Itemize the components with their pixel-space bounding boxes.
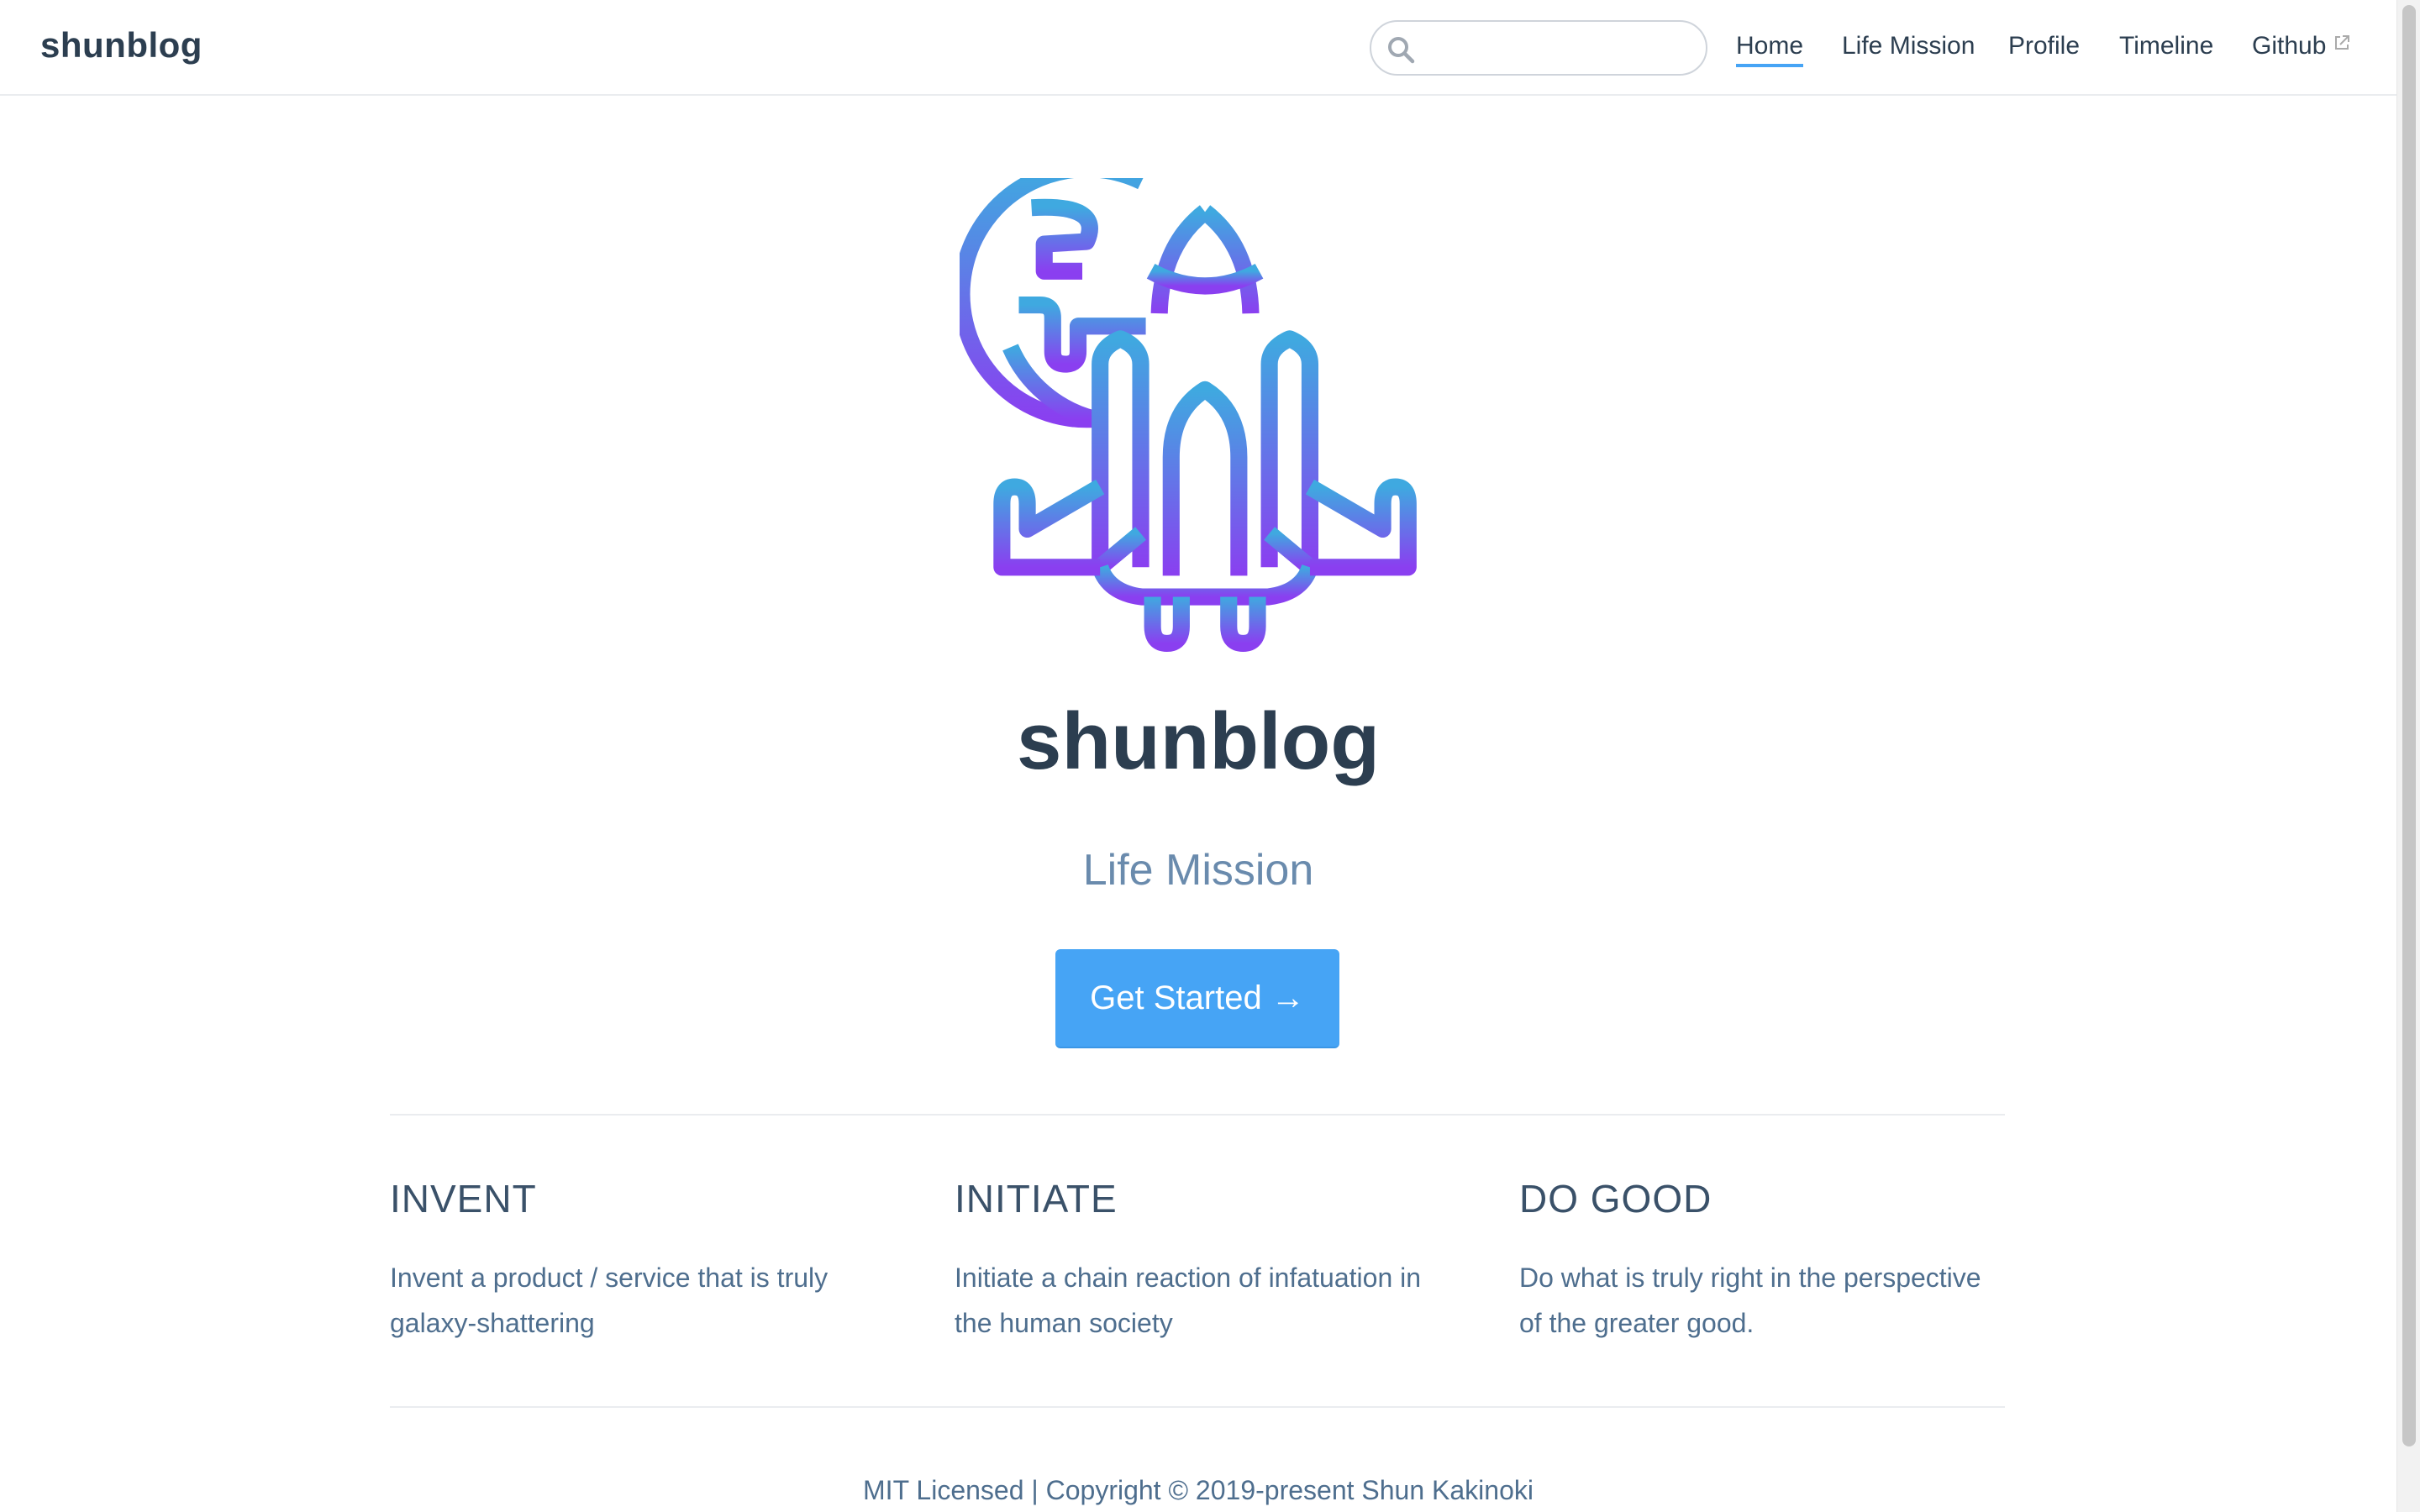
search-input[interactable] [1430,29,1694,69]
external-link-icon [2335,35,2350,50]
nav-link-profile[interactable]: Profile [2008,32,2080,60]
hero-title: shunblog [1017,696,1380,786]
feature-do-good: DO GOOD Do what is truly right in the pe… [1519,1176,1998,1346]
footer-divider [390,1406,2005,1408]
feature-invent: INVENT Invent a product / service that i… [390,1176,869,1346]
page: shunblog Home Life Mission Profile Timel… [0,0,2396,1512]
get-started-button[interactable]: Get Started → [1055,949,1339,1048]
feature-title: DO GOOD [1519,1177,1712,1221]
footer-text: MIT Licensed | Copyright © 2019-present … [863,1475,1534,1505]
feature-title: INITIATE [955,1177,1118,1221]
feature-initiate: INITIATE Initiate a chain reaction of in… [955,1176,1434,1346]
rocket-planet-icon [960,178,1417,652]
nav-link-life-mission[interactable]: Life Mission [1842,32,1975,60]
site-name-link[interactable]: shunblog [40,25,203,66]
feature-title: INVENT [390,1177,537,1221]
scrollbar-thumb[interactable] [2402,5,2416,1446]
vertical-scrollbar[interactable] [2396,0,2420,1512]
navbar: shunblog Home Life Mission Profile Timel… [0,0,2396,96]
features-divider-top [390,1114,2005,1116]
nav-link-home[interactable]: Home [1736,32,1804,67]
feature-details: Initiate a chain reaction of infatuation… [955,1263,1422,1338]
feature-details: Do what is truly right in the perspectiv… [1519,1263,1981,1338]
hero-description: Life Mission [1082,846,1314,895]
search-icon [1388,37,1415,64]
feature-details: Invent a product / service that is truly… [390,1263,829,1338]
search-box[interactable] [1370,20,1707,76]
nav-link-github[interactable]: Github [2252,32,2351,60]
nav-link-github-label: Github [2252,32,2327,60]
nav-link-timeline[interactable]: Timeline [2119,32,2213,60]
